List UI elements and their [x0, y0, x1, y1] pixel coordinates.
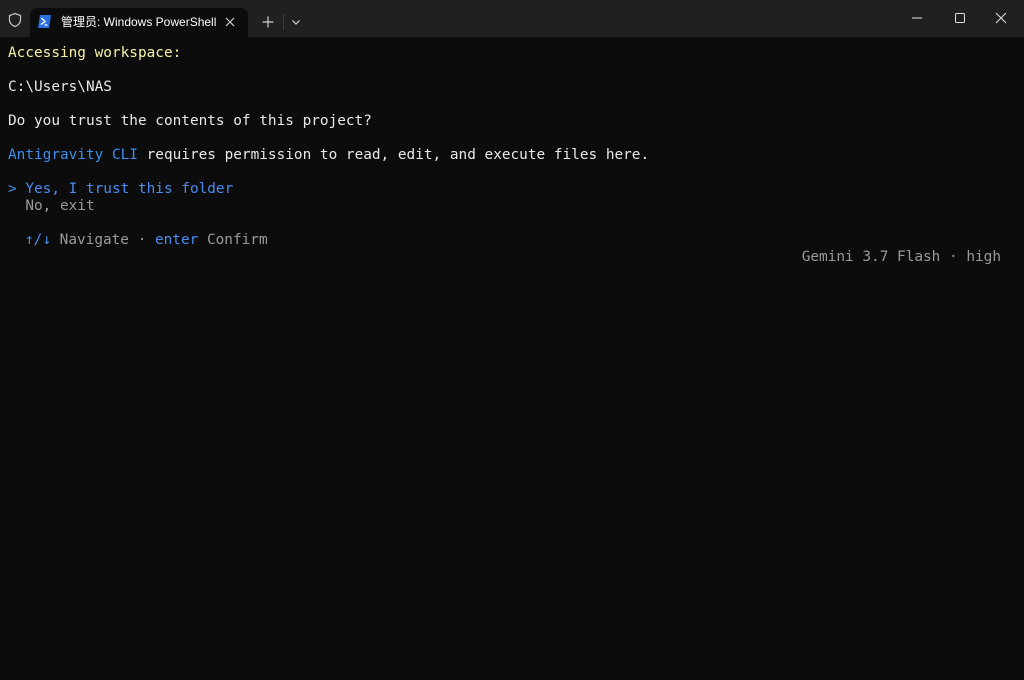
terminal-window: 管理员: Windows PowerShell Accessing worksp…: [0, 0, 1024, 680]
option-selector: >: [8, 181, 26, 197]
maximize-icon[interactable]: [937, 0, 983, 36]
option-exit[interactable]: No, exit: [8, 198, 95, 215]
chevron-down-icon[interactable]: [287, 13, 305, 31]
nav-keys: ↑/↓: [25, 232, 51, 248]
confirm-key: enter: [154, 232, 199, 248]
minimize-icon[interactable]: [894, 0, 940, 36]
nav-label: Navigate ·: [51, 232, 155, 248]
plus-icon[interactable]: [258, 12, 278, 32]
permission-text: requires permission to read, edit, and e…: [137, 147, 650, 163]
model-status: Gemini 3.7 Flash · high: [801, 249, 1001, 265]
tab-separator: [283, 14, 284, 30]
terminal-output[interactable]: Accessing workspace: C:\Users\NAS Do you…: [0, 37, 1024, 680]
tab-title: 管理员: Windows PowerShell: [61, 15, 217, 29]
tab-powershell[interactable]: 管理员: Windows PowerShell: [30, 8, 248, 37]
powershell-icon: [37, 14, 52, 29]
close-icon[interactable]: [978, 0, 1024, 36]
option-selector: [8, 198, 25, 214]
option-trust-folder[interactable]: > Yes, I trust this folder: [8, 181, 233, 198]
option-label: Yes, I trust this folder: [25, 181, 234, 197]
option-label: No, exit: [25, 198, 95, 214]
confirm-label: Confirm: [198, 232, 268, 248]
trust-question: Do you trust the contents of this projec…: [8, 113, 372, 129]
title-bar[interactable]: 管理员: Windows PowerShell: [0, 0, 1024, 37]
key-hint: ↑/↓ Navigate · enter Confirm: [25, 232, 268, 249]
close-icon[interactable]: [222, 14, 238, 30]
workspace-heading: Accessing workspace:: [8, 45, 182, 61]
permission-message: Antigravity CLI requires permission to r…: [8, 147, 649, 164]
shield-icon: [6, 11, 24, 29]
app-name: Antigravity CLI: [8, 147, 138, 163]
workspace-path: C:\Users\NAS: [8, 79, 112, 95]
